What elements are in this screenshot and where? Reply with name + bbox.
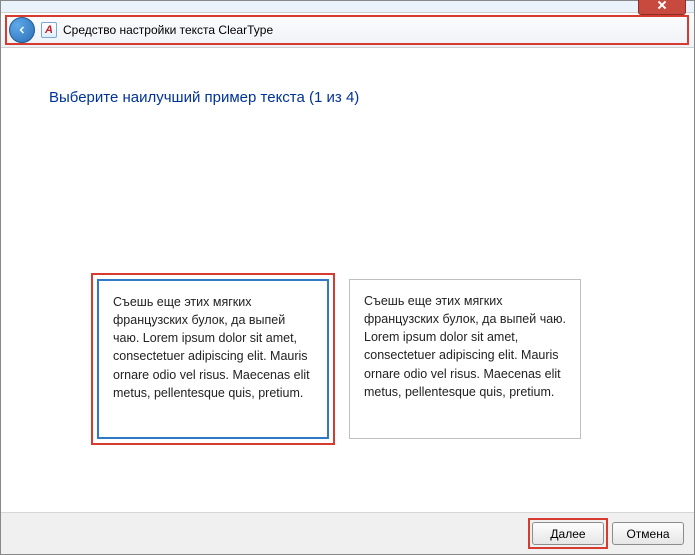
cancel-button[interactable]: Отмена	[612, 522, 684, 545]
wizard-window: A Средство настройки текста ClearType Вы…	[0, 0, 695, 555]
sample-container-1: Съешь еще этих мягких французских булок,…	[97, 279, 329, 439]
footer: Далее Отмена	[1, 512, 694, 554]
titlebar	[1, 1, 694, 13]
app-icon: A	[41, 22, 57, 38]
next-button-wrap: Далее	[532, 522, 604, 545]
sample-row: Съешь еще этих мягких французских булок,…	[97, 279, 581, 439]
content-area: Выберите наилучший пример текста (1 из 4…	[1, 47, 694, 512]
wizard-header: A Средство настройки текста ClearType	[1, 13, 694, 48]
wizard-title: Средство настройки текста ClearType	[63, 23, 273, 37]
text-sample-2[interactable]: Съешь еще этих мягких французских булок,…	[349, 279, 581, 439]
instruction-text: Выберите наилучший пример текста (1 из 4…	[49, 89, 646, 106]
text-sample-1[interactable]: Съешь еще этих мягких французских булок,…	[97, 279, 329, 439]
back-arrow-icon	[16, 24, 28, 36]
back-button[interactable]	[9, 17, 35, 43]
cancel-button-wrap: Отмена	[612, 522, 684, 545]
next-button[interactable]: Далее	[532, 522, 604, 545]
sample-container-2: Съешь еще этих мягких французских булок,…	[349, 279, 581, 439]
close-button[interactable]	[638, 0, 686, 15]
